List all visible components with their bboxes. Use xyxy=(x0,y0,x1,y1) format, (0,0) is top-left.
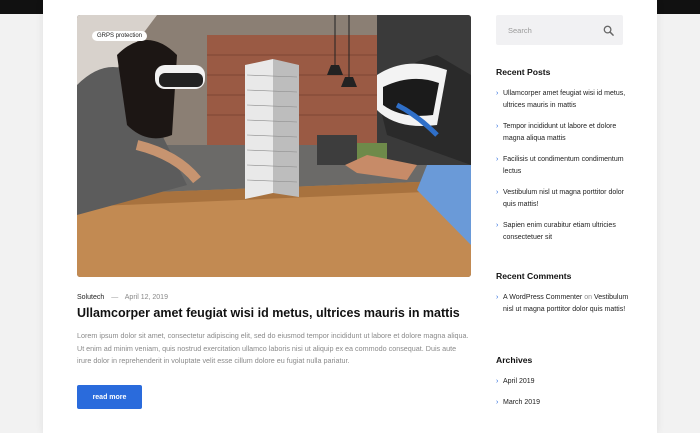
chevron-right-icon: › xyxy=(496,156,499,163)
search-icon[interactable] xyxy=(603,25,614,36)
featured-image[interactable]: GRPS protection xyxy=(77,15,471,277)
archives-title: Archives xyxy=(496,355,533,365)
list-item: › April 2019 xyxy=(496,376,631,388)
post-meta: Solutech — April 12, 2019 xyxy=(77,294,168,301)
list-item: › A WordPress Commenter on Vestibulum nis… xyxy=(496,292,631,316)
page-content: GRPS protection Solutech — April 12, 201… xyxy=(43,0,657,433)
post-author[interactable]: Solutech xyxy=(77,294,104,301)
post-title[interactable]: Ullamcorper amet feugiat wisi id metus, … xyxy=(77,305,471,321)
post-excerpt: Lorem ipsum dolor sit amet, consectetur … xyxy=(77,331,469,365)
top-bar-right-block xyxy=(657,0,700,14)
archive-link[interactable]: April 2019 xyxy=(503,378,535,385)
recent-comments-title: Recent Comments xyxy=(496,271,572,281)
recent-post-link[interactable]: Sapien enim curabitur etiam ultricies co… xyxy=(503,222,616,241)
list-item: › March 2019 xyxy=(496,397,631,409)
recent-post-link[interactable]: Tempor incididunt ut labore et dolore ma… xyxy=(503,123,616,142)
post-date[interactable]: April 12, 2019 xyxy=(125,294,168,301)
archive-link[interactable]: March 2019 xyxy=(503,399,540,406)
image-badge[interactable]: GRPS protection xyxy=(92,31,148,41)
search-input[interactable] xyxy=(508,23,598,37)
recent-posts-list: › Ullamcorper amet feugiat wisi id metus,… xyxy=(496,88,631,244)
search-box xyxy=(496,15,623,45)
list-item: › Ullamcorper amet feugiat wisi id metus,… xyxy=(496,88,631,112)
chevron-right-icon: › xyxy=(496,222,499,229)
chevron-right-icon: › xyxy=(496,90,499,97)
chevron-right-icon: › xyxy=(496,123,499,130)
meta-separator: — xyxy=(111,294,119,301)
list-item: › Facilisis ut condimentum condimentum le… xyxy=(496,154,631,178)
featured-image-illustration xyxy=(77,15,471,277)
comment-author-link[interactable]: A WordPress Commenter xyxy=(503,294,582,301)
recent-post-link[interactable]: Ullamcorper amet feugiat wisi id metus, … xyxy=(503,90,625,109)
chevron-right-icon: › xyxy=(496,294,499,301)
list-item: › Sapien enim curabitur etiam ultricies c… xyxy=(496,220,631,244)
list-item: › Tempor incididunt ut labore et dolore m… xyxy=(496,121,631,145)
chevron-right-icon: › xyxy=(496,378,499,385)
top-bar-left-block xyxy=(0,0,43,14)
recent-post-link[interactable]: Vestibulum nisl ut magna porttitor dolor… xyxy=(503,189,624,208)
recent-comments-list: › A WordPress Commenter on Vestibulum nis… xyxy=(496,292,631,316)
recent-post-link[interactable]: Facilisis ut condimentum condimentum lec… xyxy=(503,156,624,175)
list-item: › Vestibulum nisl ut magna porttitor dolo… xyxy=(496,187,631,211)
archives-list: › April 2019 › March 2019 xyxy=(496,376,631,409)
recent-posts-title: Recent Posts xyxy=(496,67,551,77)
read-more-button[interactable]: read more xyxy=(77,385,142,409)
chevron-right-icon: › xyxy=(496,399,499,406)
chevron-right-icon: › xyxy=(496,189,499,196)
comment-on-text: on xyxy=(584,294,592,301)
